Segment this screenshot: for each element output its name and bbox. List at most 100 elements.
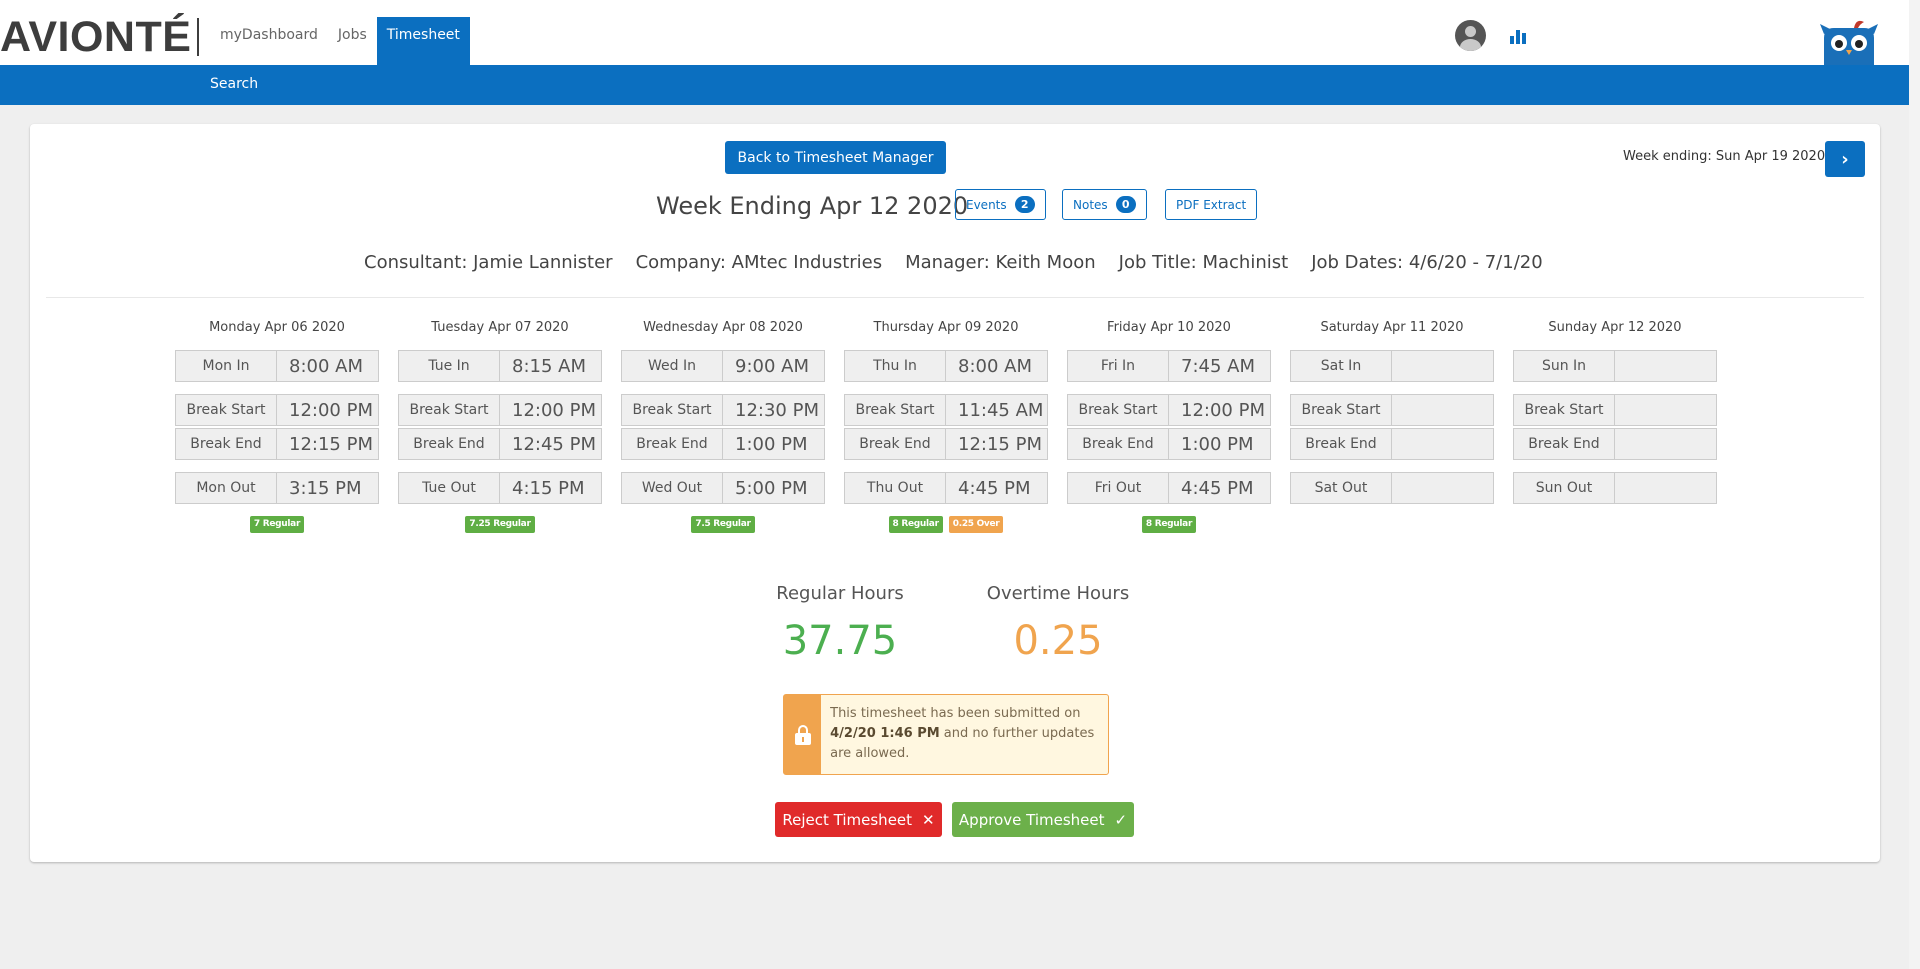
page-scrollbar[interactable] [1909,0,1920,969]
break-end-field[interactable]: Break End 12:15 PM [844,428,1048,460]
hours-tags [1290,516,1494,534]
time-out-value[interactable]: 4:45 PM [1169,473,1270,503]
break-end-field[interactable]: Break End 1:00 PM [1067,428,1271,460]
day-title: Monday Apr 06 2020 [209,320,345,335]
break-start-value[interactable]: 12:00 PM [277,395,378,425]
nav-item-timesheet[interactable]: Timesheet [376,17,470,65]
time-out-field[interactable]: Tue Out 4:15 PM [398,472,602,504]
time-in-field[interactable]: Sat In [1290,350,1494,382]
break-end-value[interactable]: 1:00 PM [723,429,824,459]
break-start-field[interactable]: Break Start [1290,394,1494,426]
time-out-value[interactable]: 4:15 PM [500,473,601,503]
overtime-hours-value: 0.25 [1013,618,1103,664]
time-in-field[interactable]: Sun In [1513,350,1717,382]
break-start-label: Break Start [176,395,277,425]
submitted-notice: This timesheet has been submitted on 4/2… [783,694,1109,775]
pdf-extract-button[interactable]: PDF Extract [1165,189,1258,220]
break-end-field[interactable]: Break End 12:45 PM [398,428,602,460]
break-end-field[interactable]: Break End 12:15 PM [175,428,379,460]
day-column: Friday Apr 10 2020 Fri In 7:45 AM Break S… [1067,320,1271,534]
header-icons [1455,20,1526,51]
break-start-field[interactable]: Break Start 12:00 PM [175,394,379,426]
time-out-value[interactable]: 5:00 PM [723,473,824,503]
time-out-field[interactable]: Wed Out 5:00 PM [621,472,825,504]
break-end-value[interactable]: 12:45 PM [500,429,601,459]
day-title: Thursday Apr 09 2020 [873,320,1019,335]
time-out-label: Thu Out [845,473,946,503]
timesheet-card: Back to Timesheet Manager Week ending: S… [30,124,1880,862]
time-out-value[interactable]: 3:15 PM [277,473,378,503]
next-week-button[interactable]: › [1825,141,1865,177]
time-out-value[interactable] [1615,473,1716,503]
break-end-field[interactable]: Break End 1:00 PM [621,428,825,460]
time-out-value[interactable] [1392,473,1493,503]
approve-timesheet-button[interactable]: Approve Timesheet ✓ [952,802,1134,837]
break-end-value[interactable] [1615,429,1716,459]
break-end-value[interactable]: 12:15 PM [946,429,1047,459]
break-end-value[interactable]: 12:15 PM [277,429,378,459]
day-column: Wednesday Apr 08 2020 Wed In 9:00 AM Brea… [621,320,825,534]
break-end-label: Break End [176,429,277,459]
break-start-field[interactable]: Break Start [1513,394,1717,426]
break-start-field[interactable]: Break Start 12:00 PM [398,394,602,426]
logo[interactable]: AVIONTÉ [0,12,192,61]
time-in-value[interactable] [1392,351,1493,381]
overtime-hours-total: Overtime Hours 0.25 [977,583,1139,664]
time-out-field[interactable]: Fri Out 4:45 PM [1067,472,1271,504]
time-in-value[interactable]: 8:15 AM [500,351,601,381]
nav-item-jobs[interactable]: Jobs [328,17,377,65]
break-start-value[interactable] [1392,395,1493,425]
break-start-field[interactable]: Break Start 12:00 PM [1067,394,1271,426]
break-start-value[interactable]: 12:00 PM [500,395,601,425]
break-start-value[interactable] [1615,395,1716,425]
time-out-field[interactable]: Mon Out 3:15 PM [175,472,379,504]
break-end-label: Break End [622,429,723,459]
user-avatar-icon[interactable] [1455,20,1486,51]
break-start-value[interactable]: 12:30 PM [723,395,824,425]
reject-timesheet-button[interactable]: Reject Timesheet ✕ [775,802,942,837]
break-start-field[interactable]: Break Start 12:30 PM [621,394,825,426]
notes-button[interactable]: Notes 0 [1062,189,1147,220]
break-end-field[interactable]: Break End [1513,428,1717,460]
approve-label: Approve Timesheet [958,810,1105,829]
day-title: Tuesday Apr 07 2020 [431,320,569,335]
break-start-field[interactable]: Break Start 11:45 AM [844,394,1048,426]
break-start-value[interactable]: 11:45 AM [946,395,1047,425]
regular-hours-total: Regular Hours 37.75 [759,583,921,664]
break-end-value[interactable]: 1:00 PM [1169,429,1270,459]
nav-item-mydashboard[interactable]: myDashboard [210,17,328,65]
time-in-field[interactable]: Mon In 8:00 AM [175,350,379,382]
time-in-value[interactable]: 9:00 AM [723,351,824,381]
time-in-label: Thu In [845,351,946,381]
break-end-label: Break End [845,429,946,459]
time-out-field[interactable]: Sat Out [1290,472,1494,504]
logo-text: AVIONTÉ [0,12,192,61]
time-out-field[interactable]: Thu Out 4:45 PM [844,472,1048,504]
break-end-field[interactable]: Break End [1290,428,1494,460]
break-start-value[interactable]: 12:00 PM [1169,395,1270,425]
events-button[interactable]: Events 2 [955,189,1046,220]
time-in-field[interactable]: Fri In 7:45 AM [1067,350,1271,382]
break-end-value[interactable] [1392,429,1493,459]
time-in-value[interactable]: 8:00 AM [946,351,1047,381]
search-link[interactable]: Search [210,65,258,103]
notice-line1: This timesheet has been submitted on [830,706,1081,721]
time-in-value[interactable]: 8:00 AM [277,351,378,381]
bar-chart-icon[interactable] [1510,28,1526,44]
day-title: Friday Apr 10 2020 [1107,320,1231,335]
back-to-timesheet-manager-button[interactable]: Back to Timesheet Manager [725,141,946,174]
time-out-field[interactable]: Sun Out [1513,472,1717,504]
time-in-value[interactable]: 7:45 AM [1169,351,1270,381]
time-out-value[interactable]: 4:45 PM [946,473,1047,503]
break-start-label: Break Start [399,395,500,425]
time-in-field[interactable]: Tue In 8:15 AM [398,350,602,382]
time-in-field[interactable]: Wed In 9:00 AM [621,350,825,382]
time-in-value[interactable] [1615,351,1716,381]
regular-hours-tag: 7.25 Regular [465,516,535,533]
break-start-label: Break Start [622,395,723,425]
time-in-field[interactable]: Thu In 8:00 AM [844,350,1048,382]
time-out-label: Sun Out [1514,473,1615,503]
company-info: Company: AMtec Industries [635,252,883,273]
chevron-right-icon: › [1841,148,1849,170]
day-column: Sunday Apr 12 2020 Sun In Break Start Br… [1513,320,1717,534]
